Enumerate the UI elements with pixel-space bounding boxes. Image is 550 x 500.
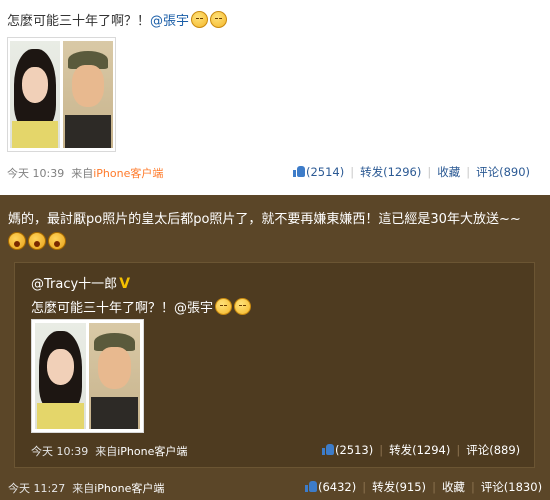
original-post: 怎麼可能三十年了啊？！@張宇 今天 10:39 来自iPhone客户端 (251… — [0, 0, 550, 195]
source-link[interactable]: iPhone客户端 — [117, 445, 187, 458]
quoted-text: 怎麼可能三十年了啊？！@張宇 — [31, 297, 252, 316]
repost-actions: (6432) | 转发(915) | 收藏 | 评论(1830) — [305, 479, 542, 495]
woman-photo[interactable] — [10, 41, 60, 148]
favorite-button[interactable]: 收藏 — [437, 165, 460, 179]
quoted-time[interactable]: 今天 10:39 — [31, 445, 88, 458]
comment-button[interactable]: 评论(1830) — [481, 480, 542, 494]
emoji-row — [8, 232, 68, 256]
comment-button[interactable]: 评论(890) — [476, 165, 530, 179]
shocked-emoji-icon — [8, 232, 26, 250]
quoted-actions: (2513) | 转发(1294) | 评论(889) — [322, 442, 520, 458]
verified-badge-icon: V — [119, 276, 131, 292]
repost-button[interactable]: 转发(915) — [372, 480, 426, 494]
quoted-author: @Tracy十一郎 V — [31, 273, 130, 292]
quoted-photo-collage[interactable] — [31, 319, 144, 433]
man-photo[interactable] — [63, 41, 113, 148]
post-time[interactable]: 今天 10:39 — [7, 167, 64, 180]
post-body: 怎麼可能三十年了啊？！ — [7, 14, 151, 29]
mention-link[interactable]: @張宇 — [150, 14, 189, 29]
repost-button[interactable]: 转发(1294) — [389, 443, 450, 457]
quoted-mention-link[interactable]: @張宇 — [174, 301, 213, 316]
repost-time[interactable]: 今天 11:27 — [8, 482, 65, 495]
source-prefix: 来自 — [95, 445, 118, 458]
quoted-body: 怎麼可能三十年了啊？！ — [31, 301, 175, 316]
repost-text: 媽的，最討厭po照片的皇太后都po照片了，就不要再嫌東嫌西！這已經是30年大放送… — [8, 210, 538, 256]
author-link[interactable]: @Tracy十一郎 — [31, 277, 117, 292]
post-meta: 今天 10:39 来自iPhone客户端 — [7, 165, 163, 181]
photo-collage[interactable] — [7, 37, 116, 152]
repost-button[interactable]: 转发(1296) — [360, 165, 421, 179]
like-button[interactable]: (2513) — [322, 443, 373, 457]
woman-photo[interactable] — [35, 323, 86, 429]
sleepy-emoji-icon — [210, 11, 228, 28]
quoted-meta: 今天 10:39 来自iPhone客户端 — [31, 443, 187, 459]
sleepy-emoji-icon — [215, 298, 233, 315]
repost-body: 媽的，最討厭po照片的皇太后都po照片了，就不要再嫌東嫌西！這已經是30年大放送… — [8, 212, 521, 227]
sleepy-emoji-icon — [234, 298, 252, 315]
man-photo[interactable] — [89, 323, 140, 429]
comment-button[interactable]: 评论(889) — [466, 443, 520, 457]
like-count: (6432) — [318, 480, 357, 494]
post-actions: (2514) | 转发(1296) | 收藏 | 评论(890) — [293, 164, 530, 180]
source-prefix: 来自 — [71, 167, 94, 180]
like-count: (2513) — [335, 443, 374, 457]
shocked-emoji-icon — [48, 232, 66, 250]
shocked-emoji-icon — [28, 232, 46, 250]
like-button[interactable]: (2514) — [293, 165, 344, 179]
thumbs-up-icon — [322, 444, 334, 455]
source-prefix: 来自 — [72, 482, 95, 495]
sleepy-emoji-icon — [191, 11, 209, 28]
thumbs-up-icon — [305, 481, 317, 492]
like-button[interactable]: (6432) — [305, 480, 356, 494]
source-link[interactable]: iPhone客户端 — [93, 167, 163, 180]
favorite-button[interactable]: 收藏 — [442, 480, 465, 494]
thumbs-up-icon — [293, 166, 305, 177]
source-link[interactable]: iPhone客户端 — [94, 482, 164, 495]
post-text: 怎麼可能三十年了啊？！@張宇 — [7, 11, 228, 31]
like-count: (2514) — [306, 165, 345, 179]
repost-meta: 今天 11:27 来自iPhone客户端 — [8, 480, 164, 496]
